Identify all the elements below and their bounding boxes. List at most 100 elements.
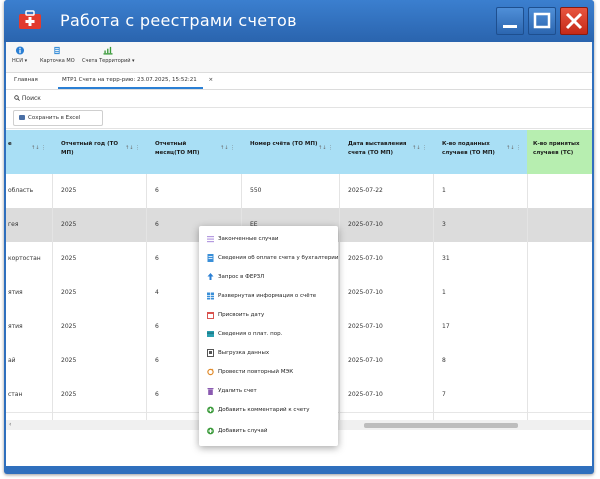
table-cell: 2025-07-10 <box>348 357 383 364</box>
table-cell: гея <box>8 221 19 228</box>
column-header-account-number[interactable]: Номер счёта (ТО МП) ↑↓ ⋮ <box>241 130 340 174</box>
nsi-menu[interactable]: НСИ ▾ <box>12 46 27 64</box>
refresh-icon <box>207 368 214 376</box>
sort-icon[interactable]: ↑↓ ⋮ <box>318 145 333 151</box>
tab-accounts[interactable]: МТР1 Счета на терр-рию: 23.07.2025, 15:5… <box>62 77 213 83</box>
column-header-accepted-cases[interactable]: К-во принятых случаев (ТС) <box>527 130 592 174</box>
table-cell: 2025 <box>61 357 77 364</box>
table-cell: 8 <box>442 357 446 364</box>
territory-accounts-label: Счета Территорий ▾ <box>82 58 135 64</box>
card-mo-button[interactable]: Карточка МО <box>40 46 75 64</box>
menu-item-payment-order-info[interactable]: Сведения о плат. пор. <box>199 325 338 344</box>
close-button[interactable] <box>560 7 588 35</box>
menu-item-label: Добавить комментарий к счету <box>218 407 310 413</box>
menu-item-label: Запрос в ФЕРЗЛ <box>218 274 265 280</box>
table-cell: 6 <box>155 221 159 228</box>
header-label: Отчетный месяц(ТО МП) <box>155 141 200 156</box>
menu-item-label: Добавить случай <box>218 428 268 434</box>
menu-item-label: Развернутая информация о счёте <box>218 293 317 299</box>
menu-item-label: Выгрузка данных <box>218 350 270 356</box>
column-divider <box>339 174 340 420</box>
maximize-icon <box>533 12 551 29</box>
search-bar: Поиск <box>6 90 592 108</box>
menu-item-assign-date[interactable]: Присвоить дату <box>199 306 338 325</box>
sort-icon[interactable]: ↑↓ ⋮ <box>506 145 521 151</box>
menu-item-detailed-info[interactable]: Развернутая информация о счёте <box>199 287 338 306</box>
column-divider <box>146 174 147 420</box>
column-header-year[interactable]: Отчетный год (ТО МП) ↑↓ ⋮ <box>52 130 147 174</box>
menu-item-repeat-mek[interactable]: Провести повторный МЭК <box>199 363 338 382</box>
active-tab-indicator <box>58 87 203 89</box>
table-cell: область <box>8 187 34 194</box>
table-cell: 2025-07-10 <box>348 221 383 228</box>
table-cell: ятия <box>8 289 23 296</box>
save-excel-button[interactable]: Сохранить в Excel <box>13 110 103 126</box>
plus-circle-icon <box>207 427 214 435</box>
search-button[interactable]: Поиск <box>14 95 41 102</box>
menu-item-delete-account[interactable]: Удалить счет <box>199 382 338 401</box>
column-header-region[interactable]: е ↑↓ ⋮ <box>6 130 53 174</box>
table-cell: 31 <box>442 255 450 262</box>
table-cell: ятия <box>8 323 23 330</box>
table-cell: 17 <box>442 323 450 330</box>
column-divider <box>52 174 53 420</box>
table-cell: 6 <box>155 391 159 398</box>
table-cell: 2025-07-10 <box>348 255 383 262</box>
table-cell: 4 <box>155 289 159 296</box>
column-header-issue-date[interactable]: Дата выставления счета (ТО МП) ↑↓ ⋮ <box>339 130 434 174</box>
menu-item-ferzl-request[interactable]: Запрос в ФЕРЗЛ <box>199 268 338 287</box>
tab-accounts-label: МТР1 Счета на терр-рию: 23.07.2025, 15:5… <box>62 77 197 83</box>
sort-icon[interactable]: ↑↓ ⋮ <box>412 145 427 151</box>
column-divider <box>527 174 528 420</box>
nsi-menu-label: НСИ ▾ <box>12 58 28 64</box>
sort-icon[interactable]: ↑↓ ⋮ <box>220 145 235 151</box>
menu-item-payment-info[interactable]: Сведения об оплате счета у бухгалтерии <box>199 249 338 268</box>
column-header-submitted-cases[interactable]: К-во поданных случаев (ТО МП) ↑↓ ⋮ <box>433 130 528 174</box>
card-icon <box>207 331 214 337</box>
tab-close-icon[interactable]: × <box>208 77 213 83</box>
column-header-month[interactable]: Отчетный месяц(ТО МП) ↑↓ ⋮ <box>146 130 242 174</box>
sort-icon[interactable]: ↑↓ ⋮ <box>125 145 140 151</box>
table-cell: кортостан <box>8 255 41 262</box>
table-cell: 1 <box>442 289 446 296</box>
territory-accounts-menu[interactable]: Счета Территорий ▾ <box>82 46 135 64</box>
search-icon <box>14 95 20 101</box>
table-cell: 2025-07-10 <box>348 289 383 296</box>
menu-item-add-case[interactable]: Добавить случай <box>199 422 338 441</box>
header-label: Отчетный год (ТО МП) <box>61 141 119 156</box>
menu-item-add-comment[interactable]: Добавить комментарий к счету <box>199 401 338 420</box>
minimize-icon <box>503 25 517 28</box>
info-icon <box>15 46 24 55</box>
trash-icon <box>207 388 214 395</box>
close-icon <box>565 12 583 30</box>
calendar-icon <box>207 312 214 319</box>
tab-home[interactable]: Главная <box>14 77 38 83</box>
upload-icon <box>207 273 214 280</box>
table-cell: 6 <box>155 357 159 364</box>
table-cell: 6 <box>155 187 159 194</box>
menu-item-completed-cases[interactable]: Законченные случаи <box>199 230 338 249</box>
table-cell: стан <box>8 391 23 398</box>
card-icon <box>54 46 61 55</box>
table-cell: 2025 <box>61 391 77 398</box>
sort-icon[interactable]: ↑↓ ⋮ <box>31 145 46 151</box>
list-icon <box>207 236 214 243</box>
minimize-button[interactable] <box>496 7 524 35</box>
table-cell: 550 <box>250 187 262 194</box>
header-label: Номер счёта (ТО МП) <box>250 141 318 147</box>
scroll-left-icon[interactable]: ‹ <box>9 421 11 428</box>
table-cell: 6 <box>155 255 159 262</box>
table-row[interactable]: область 2025 6 550 2025-07-22 1 <box>6 174 592 209</box>
maximize-button[interactable] <box>528 7 556 35</box>
export-icon <box>207 349 214 357</box>
scrollbar-thumb[interactable] <box>364 423 518 428</box>
table-cell: 1 <box>442 187 446 194</box>
header-label: Дата выставления счета (ТО МП) <box>348 141 407 156</box>
printer-icon <box>19 115 25 120</box>
table-cell: 7 <box>442 391 446 398</box>
menu-item-data-export[interactable]: Выгрузка данных <box>199 344 338 363</box>
table-cell: 6 <box>155 323 159 330</box>
table-cell: 3 <box>442 221 446 228</box>
table-cell: 2025 <box>61 323 77 330</box>
tab-home-label: Главная <box>14 77 38 83</box>
